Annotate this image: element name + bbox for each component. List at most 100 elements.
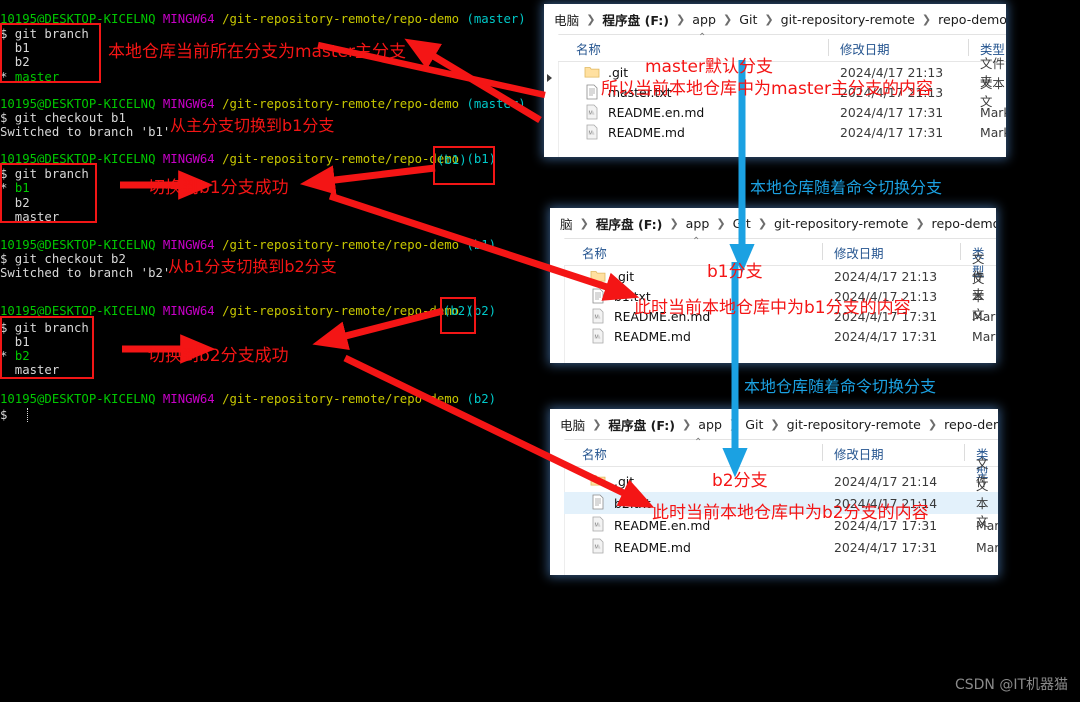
annotation-b2-content: 此时当前本地仓库中为b2分支的内容: [652, 503, 929, 523]
table-row[interactable]: .git 2024/4/17 21:13 文件夹: [564, 251, 996, 302]
file-modified: 2024/4/17 21:14: [834, 473, 938, 489]
svg-text:M↓: M↓: [589, 111, 596, 117]
prompt-host: MINGW64: [162, 152, 215, 166]
chevron-right-icon: ❯: [676, 12, 686, 26]
file-modified: 2024/4/17 17:31: [834, 328, 938, 344]
file-name[interactable]: b2.txt: [614, 496, 651, 511]
file-type: Mark: [976, 539, 998, 555]
highlight-box-branch-list-master: [0, 23, 101, 83]
breadcrumb-segment[interactable]: 程序盘 (F:): [604, 415, 679, 434]
screenshot-root: 10195@DESKTOP-KICELNQ MINGW64 /git-repos…: [0, 0, 1080, 702]
md-file-icon: M↓: [584, 124, 600, 140]
breadcrumb[interactable]: 电脑 ❯ 程序盘 (F:) ❯ app ❯ Git ❯ git-repository-r…: [544, 4, 1006, 35]
breadcrumb-segment[interactable]: repo-demo: [934, 12, 1006, 27]
file-name[interactable]: README.md: [614, 540, 691, 555]
table-row[interactable]: M↓ README.md 2024/4/17 17:31 Mark: [564, 536, 998, 558]
file-type: Mark: [980, 124, 1006, 140]
table-row[interactable]: M↓ README.md 2024/4/17 17:31 Mark: [558, 122, 1006, 142]
breadcrumb-segment[interactable]: repo-demo: [940, 417, 998, 432]
navigation-pane[interactable]: [544, 34, 559, 157]
breadcrumb-segment[interactable]: app: [682, 216, 714, 231]
column-header-modified[interactable]: 修改日期: [840, 40, 890, 58]
column-header-row: 名称 ⌃ 修改日期 类型: [558, 32, 1006, 62]
breadcrumb-segment[interactable]: 程序盘 (F:): [598, 10, 673, 29]
file-name[interactable]: .git: [614, 474, 634, 489]
column-header-modified[interactable]: 修改日期: [834, 445, 884, 463]
file-name[interactable]: README.md: [608, 125, 685, 140]
terminal-output-line: Switched to branch 'b1': [0, 125, 171, 139]
md-file-icon: M↓: [584, 104, 600, 120]
terminal-prompt-line: 10195@DESKTOP-KICELNQ MINGW64 /git-repos…: [0, 392, 496, 407]
table-row[interactable]: M↓ README.en.md 2024/4/17 17:31 Mark: [558, 102, 1006, 122]
chevron-right-icon: ❯: [716, 216, 726, 230]
table-row[interactable]: M↓ README.md 2024/4/17 17:31 Mark: [564, 326, 996, 346]
breadcrumb-segment[interactable]: app: [688, 12, 720, 27]
prompt-path: /git-repository-remote/repo-demo: [222, 392, 460, 406]
expand-caret-icon[interactable]: [547, 74, 552, 82]
terminal-command: $ git checkout b1: [0, 111, 126, 125]
file-type: Mark: [976, 517, 998, 533]
column-header-name[interactable]: 名称: [582, 244, 607, 262]
breadcrumb-segment[interactable]: 电脑: [550, 10, 583, 29]
annotation-blue-switch-2: 本地仓库随着命令切换分支: [744, 377, 937, 396]
watermark: CSDN @IT机器猫: [954, 677, 1068, 693]
prompt-path: /git-repository-remote/repo-demo: [222, 304, 460, 318]
annotation-checkout-b1: 从主分支切换到b1分支: [170, 116, 335, 135]
terminal-cursor: [27, 408, 30, 422]
breadcrumb-segment[interactable]: Git: [741, 417, 767, 432]
chevron-right-icon: ❯: [586, 12, 596, 26]
chevron-right-icon: ❯: [579, 216, 589, 230]
breadcrumb-segment[interactable]: git-repository-remote: [777, 12, 919, 27]
breadcrumb[interactable]: 脑 ❯ 程序盘 (F:) ❯ app ❯ Git ❯ git-repository-re…: [550, 208, 996, 239]
breadcrumb-segment[interactable]: Git: [735, 12, 761, 27]
breadcrumb-segment[interactable]: app: [694, 417, 726, 432]
column-header-name[interactable]: 名称: [576, 40, 601, 58]
column-header-modified[interactable]: 修改日期: [834, 244, 884, 262]
boxed-branch-label-b2: (b2): [443, 304, 473, 318]
prompt-path: /git-repository-remote/repo-demo: [222, 238, 460, 252]
folder-icon: [590, 472, 606, 488]
prompt-branch: (master): [466, 97, 526, 111]
chevron-right-icon: ❯: [722, 12, 733, 26]
annotation-switched-b1: 切换到b1分支成功: [148, 178, 289, 198]
breadcrumb[interactable]: 电脑 ❯ 程序盘 (F:) ❯ app ❯ Git ❯ git-repository-r…: [550, 409, 998, 440]
explorer-window-b1[interactable]: 脑 ❯ 程序盘 (F:) ❯ app ❯ Git ❯ git-repository-re…: [550, 208, 996, 363]
explorer-window-b2[interactable]: 电脑 ❯ 程序盘 (F:) ❯ app ❯ Git ❯ git-repository-r…: [550, 409, 998, 575]
file-modified: 2024/4/17 21:13: [834, 268, 938, 284]
highlight-box-branch-list-b2: [0, 316, 94, 379]
chevron-right-icon: ❯: [592, 417, 602, 431]
annotation-b1-content: 此时当前本地仓库中为b1分支的内容: [634, 298, 911, 318]
highlight-box-branch-list-b1: [0, 163, 97, 223]
file-modified: 2024/4/17 17:31: [840, 104, 944, 120]
chevron-right-icon: ❯: [669, 216, 679, 230]
text-file-icon: [590, 494, 606, 510]
chevron-right-icon: ❯: [921, 12, 932, 26]
column-header-row: 名称 ⌃ 修改日期 类型: [564, 437, 998, 480]
file-name[interactable]: .git: [614, 269, 634, 284]
navigation-pane[interactable]: [550, 439, 565, 575]
md-file-icon: M↓: [590, 538, 606, 554]
annotation-blue-switch-1: 本地仓库随着命令切换分支: [750, 178, 943, 197]
file-name[interactable]: README.md: [614, 329, 691, 344]
folder-icon: [590, 268, 606, 284]
breadcrumb-segment[interactable]: git-repository-remote: [783, 417, 925, 432]
prompt-host: MINGW64: [162, 97, 215, 111]
annotation-b1-branch: b1分支: [707, 262, 763, 282]
breadcrumb-segment[interactable]: git-repository-remote: [770, 216, 912, 231]
file-name[interactable]: README.en.md: [608, 105, 704, 120]
breadcrumb-segment[interactable]: 脑: [556, 214, 577, 233]
breadcrumb-segment[interactable]: 程序盘 (F:): [592, 214, 667, 233]
text-file-icon: [590, 288, 606, 304]
navigation-pane[interactable]: [550, 238, 565, 363]
breadcrumb-segment[interactable]: Git: [729, 216, 755, 231]
table-row[interactable]: .git 2024/4/17 21:14 文件夹: [564, 456, 998, 507]
chevron-right-icon: ❯: [915, 216, 925, 230]
breadcrumb-segment[interactable]: 电脑: [556, 415, 589, 434]
md-file-icon: M↓: [590, 516, 606, 532]
breadcrumb-segment[interactable]: repo-demo: [928, 216, 996, 231]
prompt-user: 10195@DESKTOP-KICELNQ: [0, 392, 156, 406]
file-type: Mark: [972, 328, 996, 344]
column-header-name[interactable]: 名称: [582, 445, 607, 463]
chevron-right-icon: ❯: [770, 417, 780, 431]
svg-text:M↓: M↓: [595, 545, 602, 551]
